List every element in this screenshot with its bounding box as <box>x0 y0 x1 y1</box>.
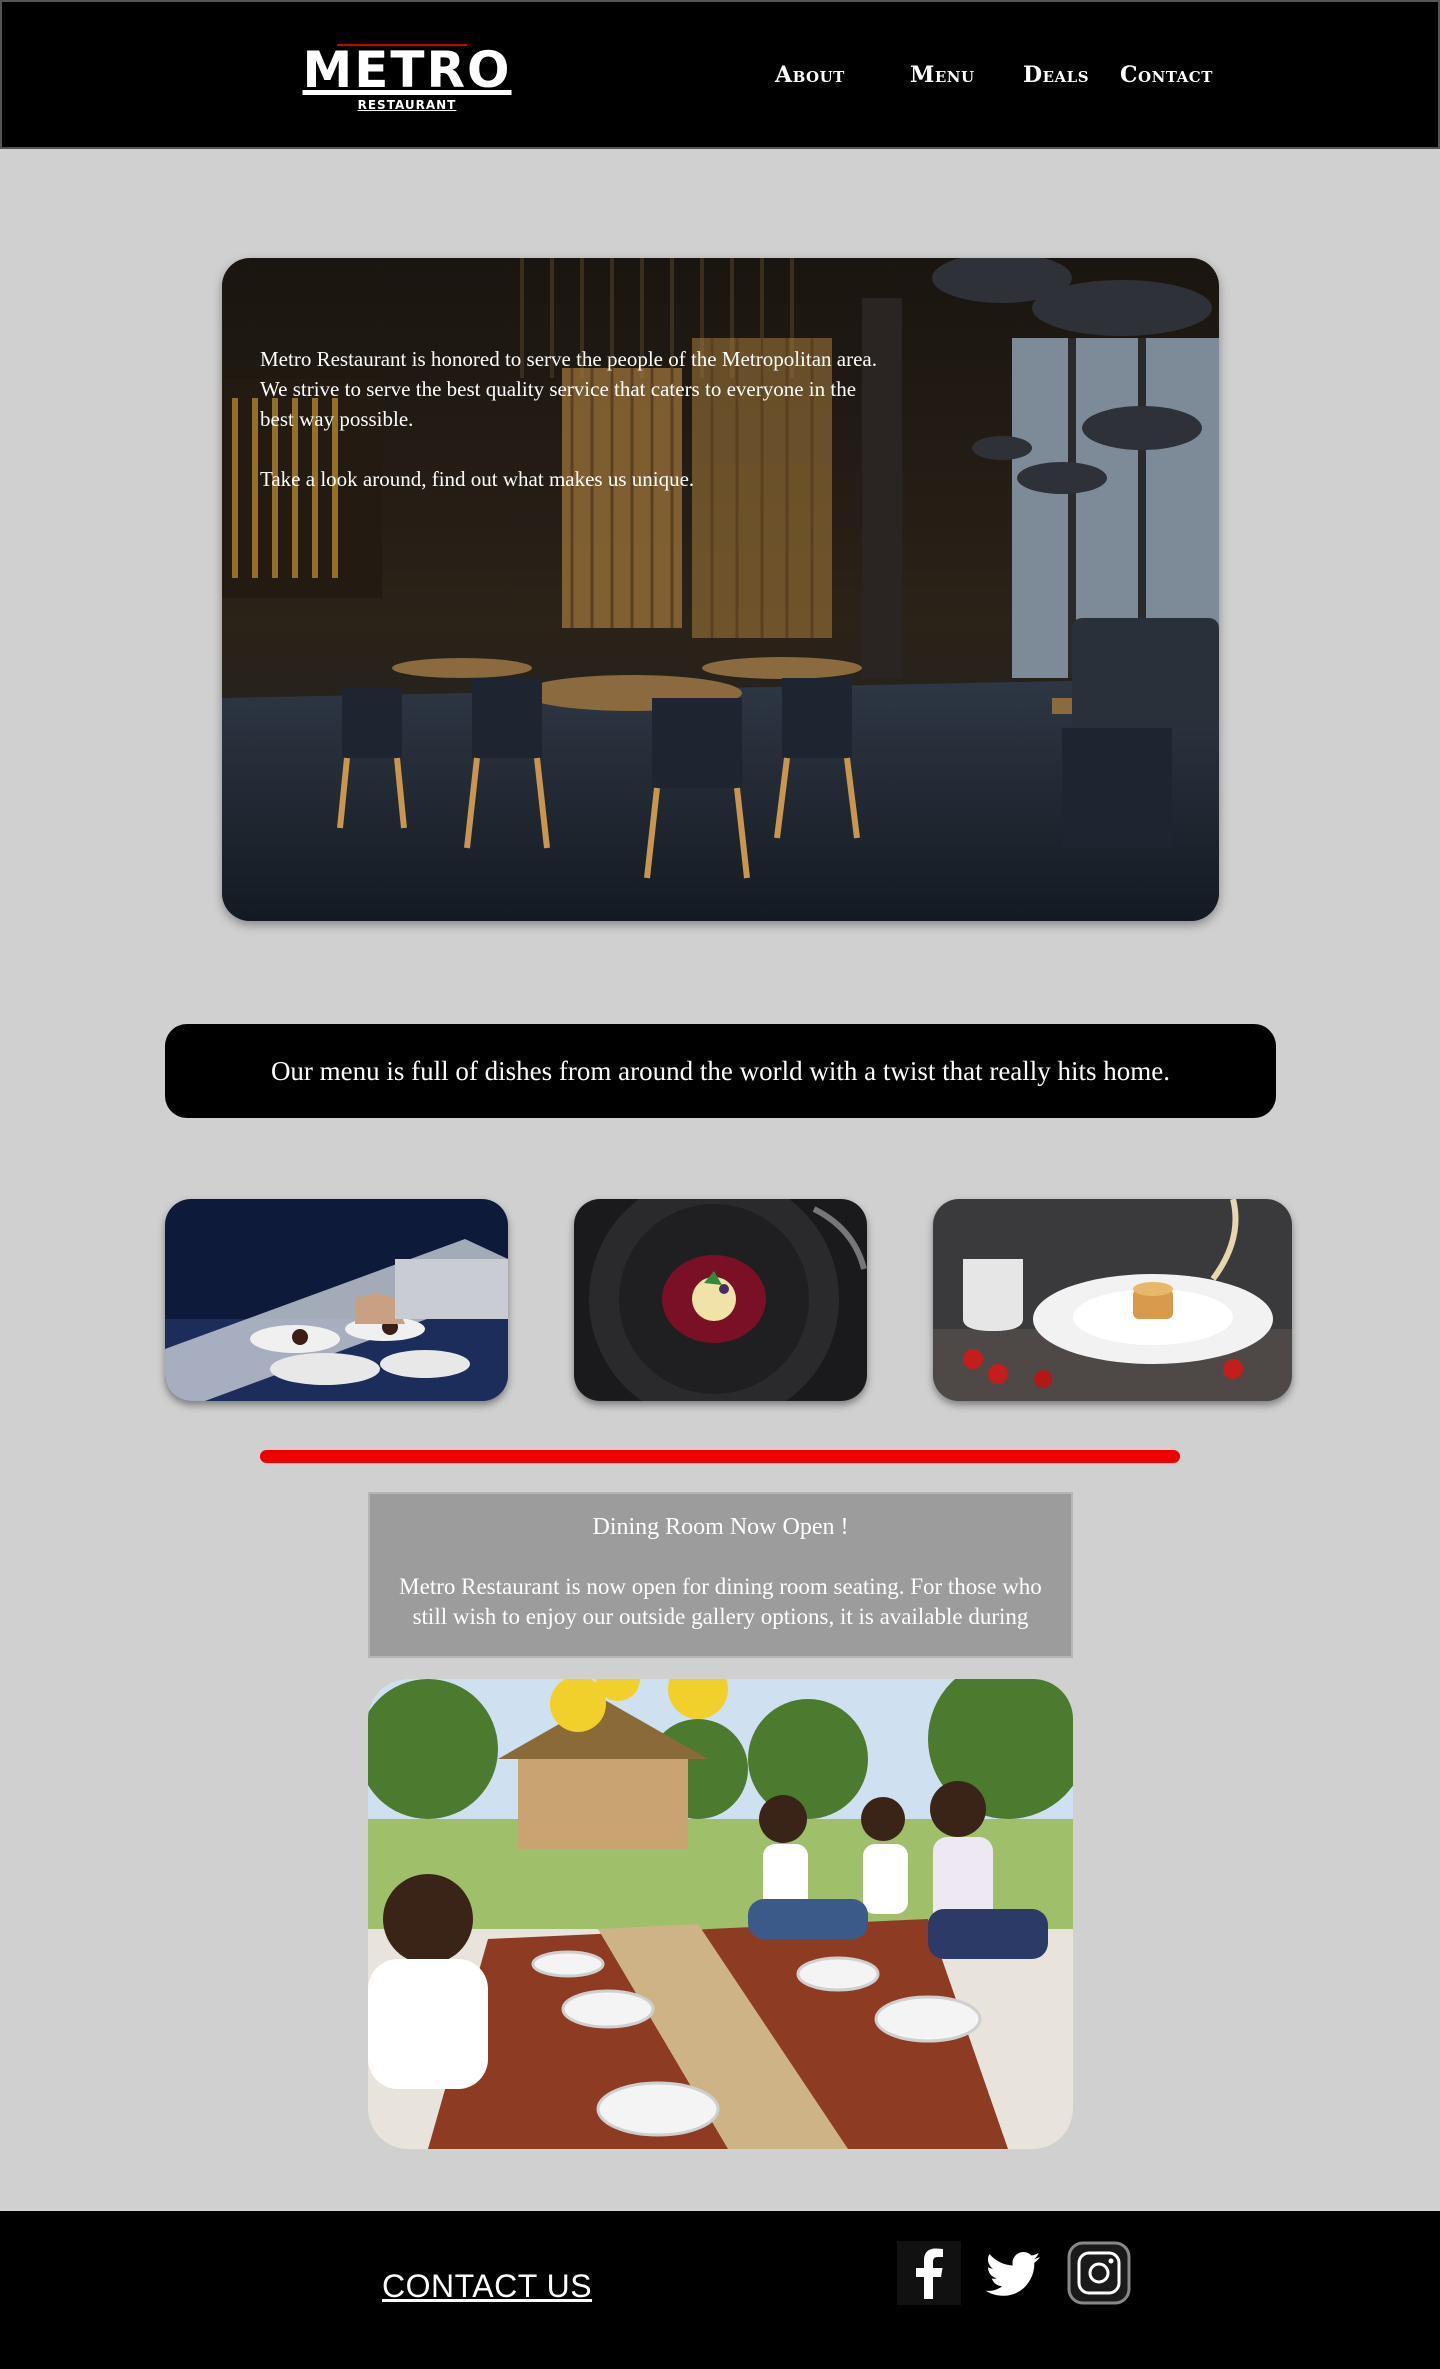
nav-deals[interactable]: Deals <box>1023 62 1089 88</box>
dining-room-notice: Dining Room Now Open ! Metro Restaurant … <box>368 1492 1073 1658</box>
hero-paragraph-intro: Metro Restaurant is honored to serve the… <box>260 347 877 431</box>
section-divider <box>260 1450 1180 1463</box>
menu-banner-text: Our menu is full of dishes from around t… <box>270 1055 1171 1086</box>
hero-section: Metro Restaurant is honored to serve the… <box>222 258 1219 921</box>
logo-tagline: RESTAURANT <box>357 98 457 112</box>
pudding-dessert-image <box>933 1199 1292 1401</box>
nav-contact[interactable]: Contact <box>1120 62 1213 88</box>
chef-plating-image <box>165 1199 508 1401</box>
nav-menu[interactable]: Menu <box>910 62 975 88</box>
logo-accent-line <box>337 44 467 46</box>
site-footer: CONTACT US <box>0 2211 1440 2369</box>
menu-banner: Our menu is full of dishes from around t… <box>165 1024 1276 1118</box>
facebook-icon[interactable] <box>897 2241 961 2305</box>
instagram-icon[interactable] <box>1067 2241 1131 2305</box>
contact-us-link[interactable]: CONTACT US <box>382 2268 592 2305</box>
hero-intro-text: Metro Restaurant is honored to serve the… <box>260 344 880 494</box>
hero-paragraph-cta: Take a look around, find out what makes … <box>260 467 695 491</box>
dessert-plate-image <box>574 1199 867 1401</box>
logo-wordmark: METRO <box>302 41 512 99</box>
notice-title: Dining Room Now Open ! <box>592 1514 849 1540</box>
metro-logo[interactable]: METRO RESTAURANT <box>292 42 522 112</box>
outdoor-dining-image <box>368 1679 1073 2149</box>
notice-body: Metro Restaurant is now open for dining … <box>399 1574 1042 1629</box>
nav-about[interactable]: About <box>775 62 845 88</box>
twitter-icon[interactable] <box>982 2241 1046 2305</box>
site-header: METRO RESTAURANT About Menu Deals Contac… <box>0 0 1440 149</box>
